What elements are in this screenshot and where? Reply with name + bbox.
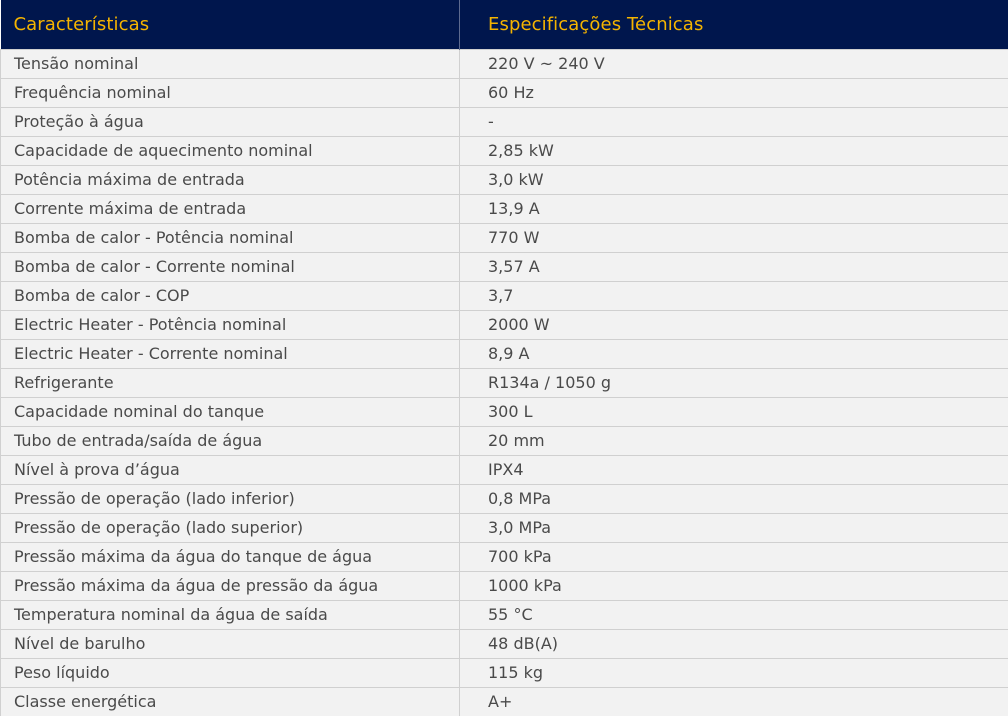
characteristic-cell: Bomba de calor - COP	[0, 280, 460, 310]
specification-cell: 0,8 MPa	[459, 483, 1008, 513]
specification-cell: 60 Hz	[459, 77, 1008, 107]
specification-cell: 20 mm	[459, 425, 1008, 455]
table-row: Bomba de calor - COP 3,7	[0, 280, 1008, 310]
characteristic-cell: Electric Heater - Potência nominal	[0, 309, 460, 339]
specification-cell: 220 V ~ 240 V	[459, 48, 1008, 78]
specification-cell: 48 dB(A)	[459, 628, 1008, 658]
table-row: Classe energética A+	[0, 686, 1008, 716]
table-row: Capacidade de aquecimento nominal 2,85 kW	[0, 135, 1008, 165]
table-row: Pressão máxima da água de pressão da águ…	[0, 570, 1008, 600]
characteristic-cell: Electric Heater - Corrente nominal	[0, 338, 460, 368]
specification-cell: 700 kPa	[459, 541, 1008, 571]
specification-cell: 55 °C	[459, 599, 1008, 629]
specification-cell: 770 W	[459, 222, 1008, 252]
specification-cell: -	[459, 106, 1008, 136]
table-row: Proteção à água -	[0, 106, 1008, 136]
specification-cell: 3,7	[459, 280, 1008, 310]
table-row: Nível de barulho 48 dB(A)	[0, 628, 1008, 658]
specification-cell: 3,57 A	[459, 251, 1008, 281]
characteristic-cell: Pressão de operação (lado inferior)	[0, 483, 460, 513]
specification-cell: 1000 kPa	[459, 570, 1008, 600]
table-row: Tensão nominal 220 V ~ 240 V	[0, 48, 1008, 78]
header-row: Características Especificações Técnicas	[0, 0, 1008, 49]
header-characteristics: Características	[0, 0, 460, 49]
characteristic-cell: Bomba de calor - Corrente nominal	[0, 251, 460, 281]
header-specifications: Especificações Técnicas	[459, 0, 1008, 49]
spec-table: Características Especificações Técnicas …	[0, 0, 1008, 716]
specification-cell: 300 L	[459, 396, 1008, 426]
characteristic-cell: Classe energética	[0, 686, 460, 716]
table-row: Pressão de operação (lado superior) 3,0 M…	[0, 512, 1008, 542]
table-row: Bomba de calor - Corrente nominal 3,57 A	[0, 251, 1008, 281]
table-row: Potência máxima de entrada 3,0 kW	[0, 164, 1008, 194]
table-row: Frequência nominal 60 Hz	[0, 77, 1008, 107]
table-row: Peso líquido 115 kg	[0, 657, 1008, 687]
table-row: Pressão máxima da água do tanque de água…	[0, 541, 1008, 571]
table-row: Bomba de calor - Potência nominal 770 W	[0, 222, 1008, 252]
table-row: Corrente máxima de entrada 13,9 A	[0, 193, 1008, 223]
specification-cell: 8,9 A	[459, 338, 1008, 368]
characteristic-cell: Tubo de entrada/saída de água	[0, 425, 460, 455]
specification-cell: 3,0 MPa	[459, 512, 1008, 542]
specification-cell: R134a / 1050 g	[459, 367, 1008, 397]
characteristic-cell: Pressão de operação (lado superior)	[0, 512, 460, 542]
characteristic-cell: Potência máxima de entrada	[0, 164, 460, 194]
characteristic-cell: Nível à prova d’água	[0, 454, 460, 484]
table-row: Capacidade nominal do tanque 300 L	[0, 396, 1008, 426]
table-row: Nível à prova d’água IPX4	[0, 454, 1008, 484]
specification-cell: IPX4	[459, 454, 1008, 484]
characteristic-cell: Nível de barulho	[0, 628, 460, 658]
characteristic-cell: Tensão nominal	[0, 48, 460, 78]
table-row: Pressão de operação (lado inferior) 0,8 M…	[0, 483, 1008, 513]
characteristic-cell: Proteção à água	[0, 106, 460, 136]
table-row: Electric Heater - Corrente nominal 8,9 A	[0, 338, 1008, 368]
table-row: Refrigerante R134a / 1050 g	[0, 367, 1008, 397]
spec-table-body: Tensão nominal 220 V ~ 240 V Frequência no…	[0, 48, 1008, 716]
characteristic-cell: Corrente máxima de entrada	[0, 193, 460, 223]
specification-cell: A+	[459, 686, 1008, 716]
characteristic-cell: Peso líquido	[0, 657, 460, 687]
characteristic-cell: Capacidade nominal do tanque	[0, 396, 460, 426]
table-row: Tubo de entrada/saída de água 20 mm	[0, 425, 1008, 455]
specification-cell: 2000 W	[459, 309, 1008, 339]
specification-cell: 2,85 kW	[459, 135, 1008, 165]
spec-table-header: Características Especificações Técnicas	[0, 0, 1008, 49]
characteristic-cell: Temperatura nominal da água de saída	[0, 599, 460, 629]
specification-cell: 13,9 A	[459, 193, 1008, 223]
characteristic-cell: Pressão máxima da água do tanque de água	[0, 541, 460, 571]
specification-cell: 3,0 kW	[459, 164, 1008, 194]
characteristic-cell: Refrigerante	[0, 367, 460, 397]
characteristic-cell: Bomba de calor - Potência nominal	[0, 222, 460, 252]
table-row: Temperatura nominal da água de saída 55 °…	[0, 599, 1008, 629]
characteristic-cell: Frequência nominal	[0, 77, 460, 107]
table-row: Electric Heater - Potência nominal 2000 W	[0, 309, 1008, 339]
specification-cell: 115 kg	[459, 657, 1008, 687]
characteristic-cell: Capacidade de aquecimento nominal	[0, 135, 460, 165]
characteristic-cell: Pressão máxima da água de pressão da águ…	[0, 570, 460, 600]
